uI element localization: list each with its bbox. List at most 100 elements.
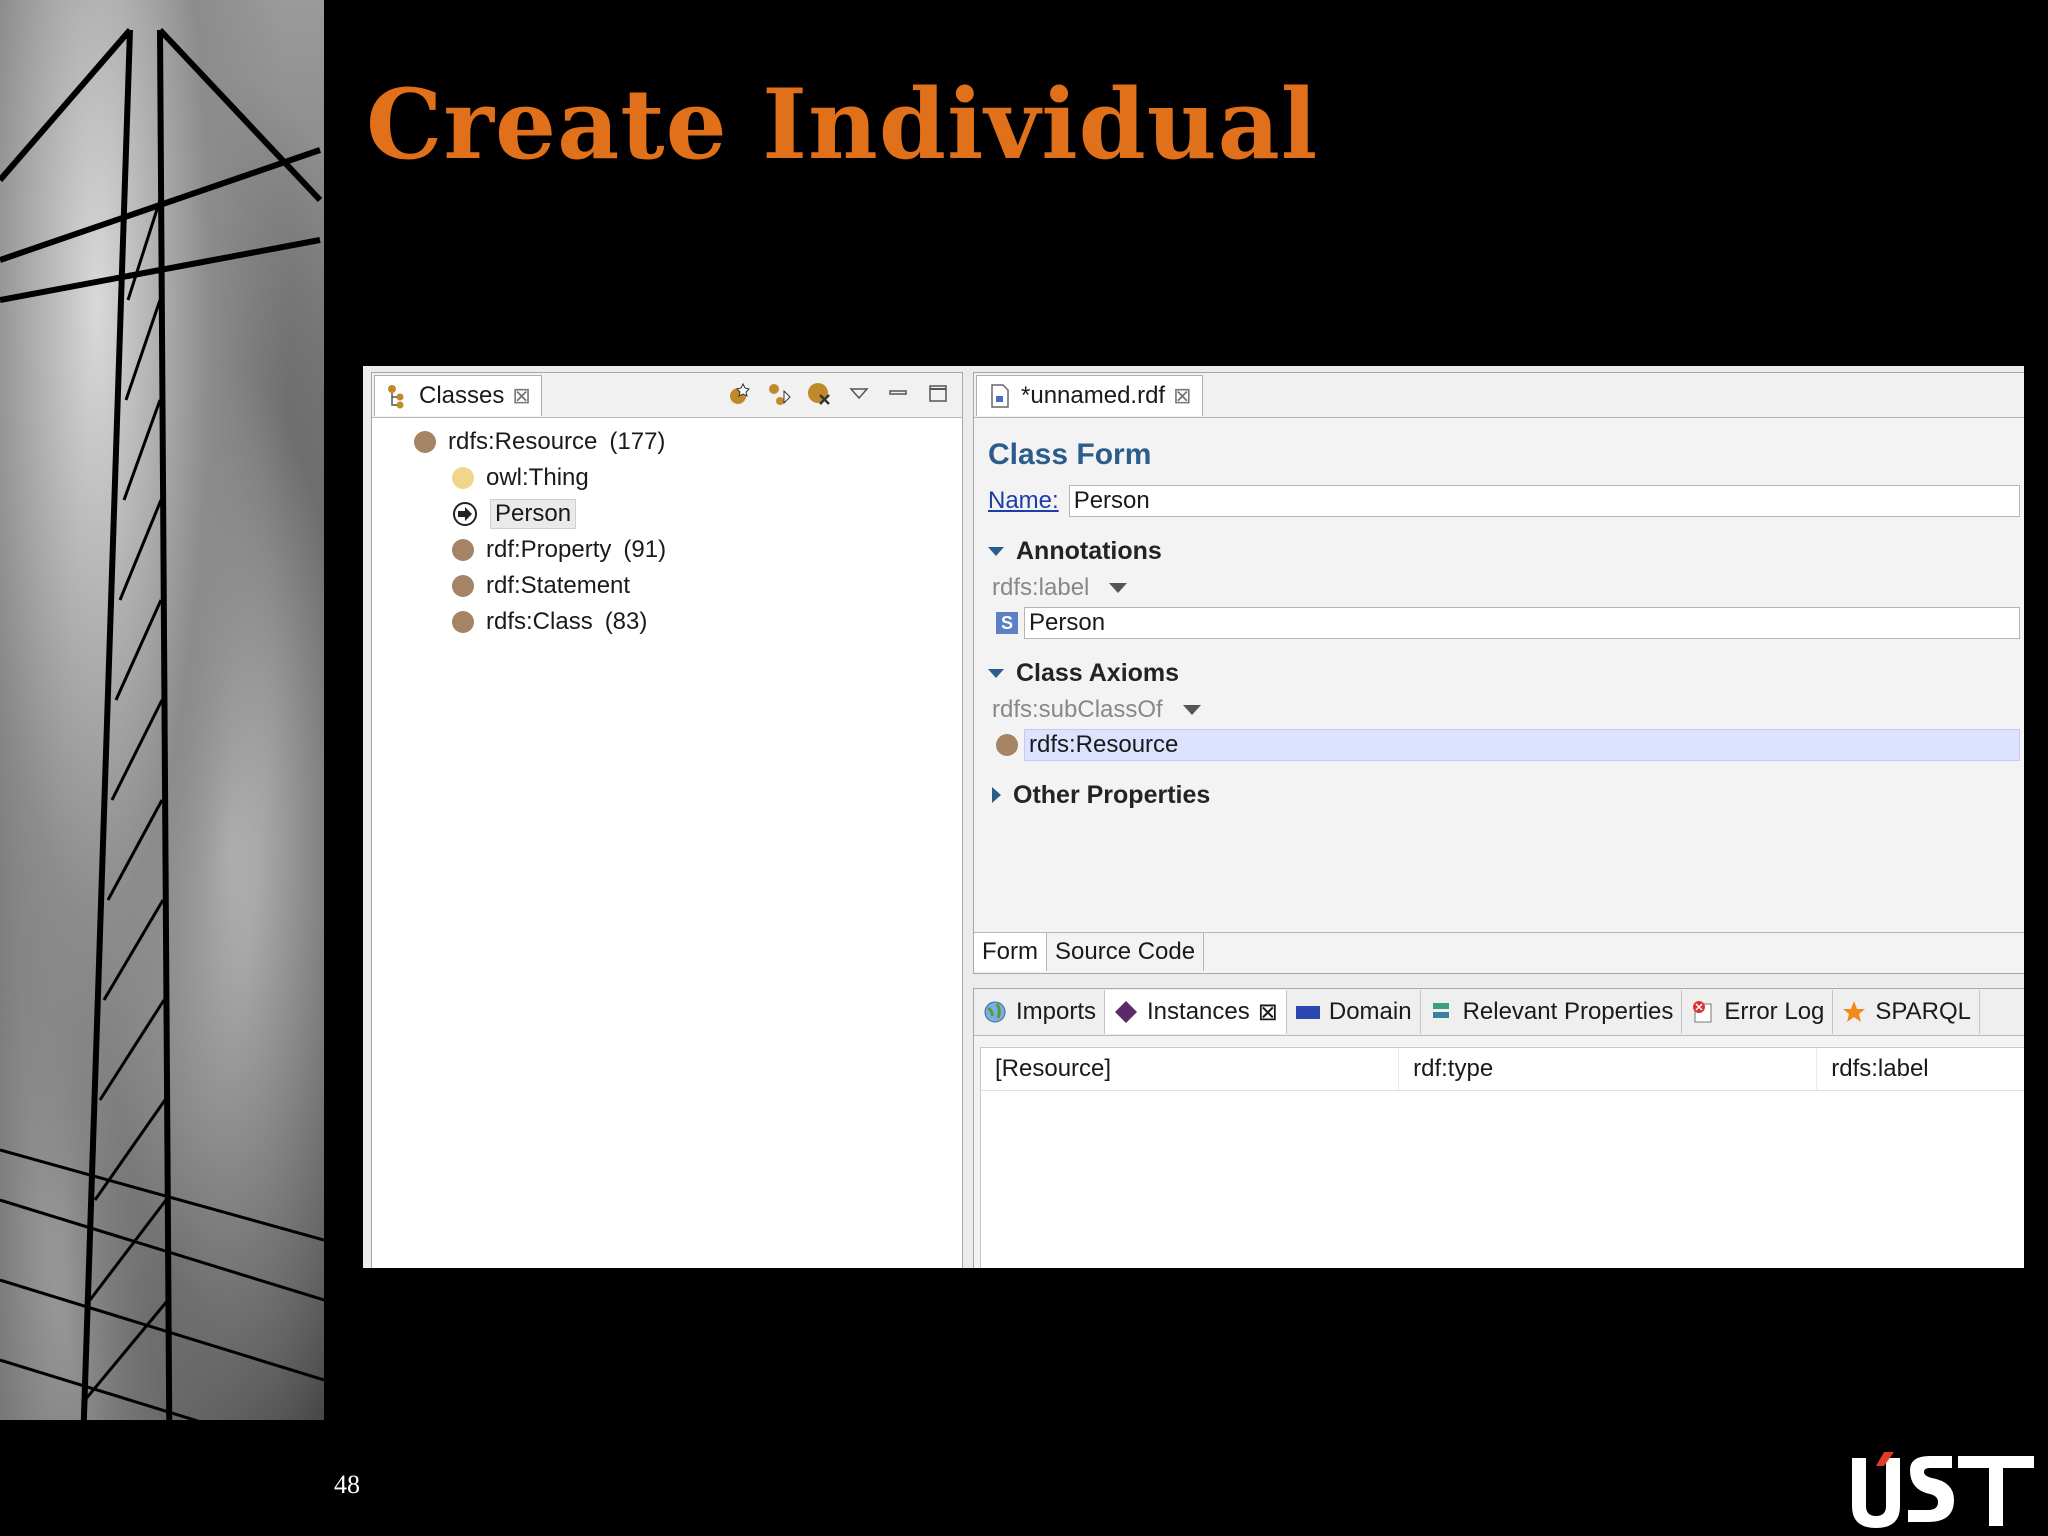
tab-label: Instances [1147, 998, 1250, 1025]
class-form: Class Form Name: Person Annotations rdfs… [974, 418, 2024, 828]
editor-tabbar: *unnamed.rdf ⊠ [974, 373, 2024, 418]
instances-table: [Resource] rdf:type rdfs:label [980, 1047, 2024, 1268]
create-sibling-icon[interactable] [766, 381, 792, 407]
expand-icon [992, 787, 1001, 803]
tab-label: Imports [1016, 998, 1097, 1025]
expand-icon [988, 668, 1004, 678]
name-field-row: Name: Person [988, 484, 2020, 518]
tab-sparql[interactable]: SPARQL [1833, 990, 1980, 1034]
rdfs-label-input[interactable]: Person [1024, 607, 2020, 639]
column-header-resource[interactable]: [Resource] [981, 1048, 1400, 1090]
tree-item-count: (91) [623, 536, 667, 563]
class-axioms-label: Class Axioms [1016, 658, 1180, 687]
expand-icon [988, 546, 1004, 556]
tree-item-rdfs-resource[interactable]: rdfs:Resource (177) [414, 424, 962, 460]
maximize-icon[interactable] [926, 381, 952, 407]
chevron-down-icon[interactable] [1109, 583, 1128, 593]
tab-label: *unnamed.rdf [1021, 382, 1166, 409]
globe-icon [984, 1001, 1006, 1023]
close-icon[interactable]: ⊠ [512, 383, 530, 409]
tab-domain[interactable]: Domain [1287, 990, 1421, 1034]
tree-item-label: rdfs:Resource [448, 428, 598, 455]
tab-relevant-properties[interactable]: Relevant Properties [1421, 990, 1683, 1034]
other-properties-label: Other Properties [1013, 780, 1211, 809]
tree-item-label: owl:Thing [486, 464, 589, 491]
subclassof-value-row: rdfs:Resource [996, 728, 2020, 762]
owl-class-icon [452, 467, 474, 489]
tab-classes-label: Classes [419, 382, 505, 409]
tab-instances[interactable]: Instances ⊠ [1105, 990, 1287, 1034]
close-icon[interactable]: ⊠ [1258, 998, 1278, 1027]
column-header-rdf-type[interactable]: rdf:type [1399, 1048, 1818, 1090]
class-icon [996, 734, 1018, 756]
class-icon [414, 431, 436, 453]
tab-source-code[interactable]: Source Code [1047, 933, 1205, 971]
error-log-icon [1693, 1001, 1712, 1023]
star-icon [1843, 1001, 1866, 1022]
class-axioms-section-header[interactable]: Class Axioms [988, 654, 2020, 692]
chevron-down-icon[interactable] [1182, 705, 1201, 715]
tree-item-rdf-statement[interactable]: rdf:Statement [452, 568, 962, 604]
table-header: [Resource] rdf:type rdfs:label [981, 1048, 2024, 1091]
rdfs-label-property: rdfs:label [992, 570, 2020, 606]
new-class-arrow-icon [453, 502, 477, 526]
class-tree: rdfs:Resource (177) owl:Thing Person rdf… [372, 418, 962, 640]
tab-error-log[interactable]: Error Log [1682, 990, 1834, 1034]
view-menu-icon[interactable] [846, 381, 872, 407]
annotations-section-header[interactable]: Annotations [988, 532, 2020, 570]
class-icon [452, 611, 474, 633]
page-number: 48 [334, 1470, 360, 1499]
minimize-icon[interactable] [886, 381, 912, 407]
tab-label: Domain [1328, 998, 1412, 1025]
diamond-icon [1115, 1001, 1138, 1023]
tree-item-label: rdf:Statement [486, 572, 631, 599]
tab-label: SPARQL [1875, 998, 1971, 1025]
tree-item-rdf-property[interactable]: rdf:Property (91) [452, 532, 962, 568]
classes-panel: Classes ⊠ rdfs:Resource (177) owl:Thing [371, 372, 963, 1268]
class-editor-panel: *unnamed.rdf ⊠ Class Form Name: Person A… [973, 372, 2024, 974]
tab-label: Error Log [1724, 998, 1825, 1025]
delete-class-icon[interactable] [806, 381, 832, 407]
classes-tabbar: Classes ⊠ [372, 373, 962, 418]
tab-form[interactable]: Form [974, 933, 1047, 971]
other-properties-section-header[interactable]: Other Properties [988, 776, 2020, 814]
tab-classes[interactable]: Classes ⊠ [374, 375, 542, 416]
tree-item-rdfs-class[interactable]: rdfs:Class (83) [452, 604, 962, 640]
instances-panel: Imports Instances ⊠ Domain Relevant Prop… [973, 988, 2024, 1268]
property-name: rdfs:label [992, 574, 1090, 601]
name-input[interactable]: Person [1068, 485, 2020, 517]
tab-imports[interactable]: Imports [974, 990, 1106, 1034]
create-subclass-icon[interactable] [726, 381, 752, 407]
form-title: Class Form [988, 438, 1152, 471]
rdfs-label-value-row: S Person [996, 606, 2020, 640]
tree-item-label: Person [490, 499, 577, 529]
tab-label: Relevant Properties [1462, 998, 1674, 1025]
properties-icon [1432, 1003, 1449, 1018]
tree-item-label: rdfs:Class [486, 608, 593, 635]
slide-title: Create Individual [366, 68, 1319, 181]
class-hierarchy-icon [388, 385, 404, 409]
tree-item-label: rdf:Property [486, 536, 612, 563]
close-icon[interactable]: ⊠ [1173, 383, 1191, 409]
bottom-tabbar: Imports Instances ⊠ Domain Relevant Prop… [974, 989, 2024, 1036]
editor-screenshot: Classes ⊠ rdfs:Resource (177) owl:Thing [363, 366, 2024, 1268]
column-header-rdfs-label[interactable]: rdfs:label [1817, 1048, 2024, 1090]
annotations-label: Annotations [1016, 536, 1162, 565]
tree-item-count: (83) [604, 608, 648, 635]
tree-item-person[interactable]: Person [452, 496, 962, 532]
subclassof-property: rdfs:subClassOf [992, 692, 2020, 728]
domain-icon [1295, 1006, 1320, 1019]
property-name: rdfs:subClassOf [992, 696, 1163, 723]
string-literal-icon: S [996, 612, 1018, 634]
editor-subtabs: Form Source Code [974, 932, 2024, 973]
class-icon [452, 539, 474, 561]
class-icon [452, 575, 474, 597]
name-link[interactable]: Name: [988, 487, 1059, 515]
construction-crane-image [0, 0, 324, 1536]
tree-item-owl-thing[interactable]: owl:Thing [452, 460, 962, 496]
subclassof-value[interactable]: rdfs:Resource [1024, 729, 2020, 761]
tab-unnamed-rdf[interactable]: *unnamed.rdf ⊠ [976, 375, 1203, 416]
ust-logo [1852, 1452, 2034, 1528]
tree-item-count: (177) [609, 428, 666, 455]
rdf-file-icon [991, 384, 1009, 408]
